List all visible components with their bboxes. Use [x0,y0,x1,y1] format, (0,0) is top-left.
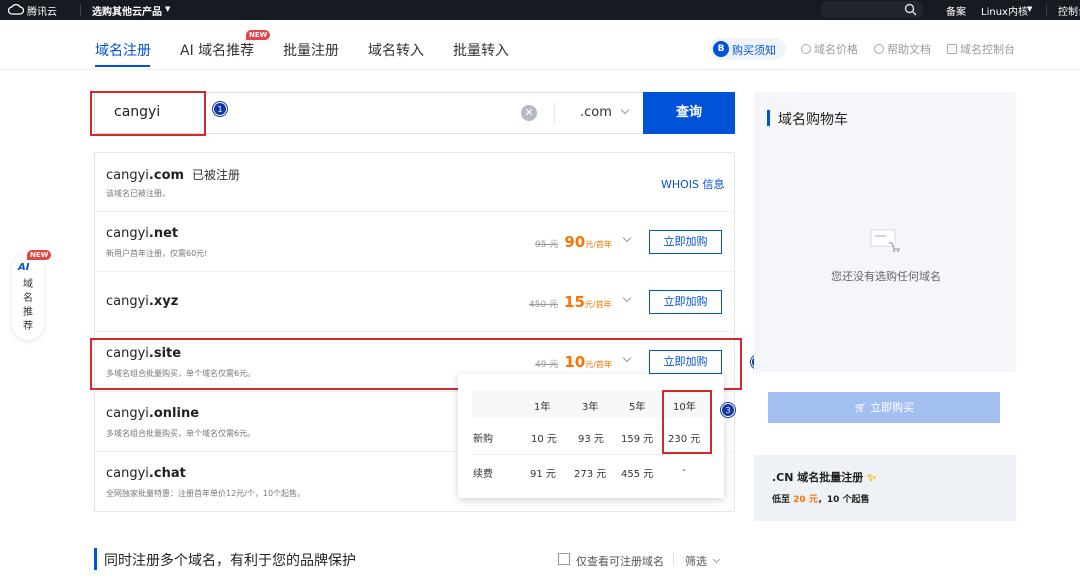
status-label: 已被注册 [192,168,241,182]
price-cell: 273 元 [574,469,607,480]
divider [673,553,674,566]
price-cell: - [682,465,686,476]
region-menu[interactable]: Linux内核 [981,3,1028,18]
help-icon [874,44,884,54]
highlight-10-year [662,390,712,454]
price-cell: 455 元 [621,469,654,480]
products-menu[interactable]: 选购其他云产品 [92,3,162,18]
step-marker-3: 3 [721,403,735,417]
result-note: 全网独家批量特惠：注册首年单价12元/个，10个起售。 [106,489,306,498]
cart-title: 域名购物车 [778,112,848,128]
help-docs-link[interactable]: 帮助文档 [874,41,931,57]
domain-name: cangyi.xyz [106,294,179,309]
row-label: 续费 [473,469,493,480]
domain-price-link[interactable]: 域名价格 [801,41,858,57]
year-header: 3年 [582,402,599,413]
clear-icon[interactable]: ✕ [521,105,537,121]
section-title: 同时注册多个域名，有利于您的品牌保护 [104,553,356,569]
chevron-down-icon[interactable] [622,233,632,243]
beian-link[interactable]: 备案 [946,3,966,18]
buy-now-button[interactable]: 🛒︎ 立即购买 [768,392,1000,423]
available-only-checkbox[interactable] [558,553,570,565]
chevron-down-icon[interactable] [622,293,632,303]
promo-banner[interactable]: .CN 域名批量注册 ✨︎ 低至 20 元，10 个起售 [754,455,1016,521]
filter-menu[interactable]: 筛选 [685,553,720,569]
grid-icon [947,44,957,54]
result-note: 新用户首年注册，仅需60元! [106,249,208,258]
buy-notice-button[interactable]: B 购买须知 [710,38,786,60]
tld-value: .com [580,105,612,120]
year-header: 5年 [629,402,646,413]
price-cell: 10 元 [531,434,557,445]
domain-name: cangyi.net [106,226,179,241]
price-icon [801,44,811,54]
notice-icon: B [713,41,729,57]
price-cell: 159 元 [621,434,654,445]
price: 450 元 15元/首年 [529,293,612,311]
chevron-down-icon [620,105,630,115]
price-cell: 91 元 [530,469,556,480]
float-label: 域名推荐 [23,279,33,332]
domain-name: cangyi.com 已被注册 [106,168,241,183]
chevron-down-icon [712,555,720,564]
promo-title: .CN 域名批量注册 ✨︎ [772,471,877,484]
add-to-cart-button[interactable]: 立即加购 [649,230,722,254]
highlight-search [90,91,206,136]
ai-recommend-float[interactable]: AI 域名推荐 [12,254,44,340]
cart-icon: 🛒︎ [853,403,867,414]
top-bar: 腾讯云 选购其他云产品 ▼ 备案 Linux内核 ▼ 控制台 [0,0,1080,20]
buy-notice-label: 购买须知 [732,44,776,57]
tab-ai-recommend[interactable]: AI 域名推荐 [180,40,254,60]
domain-console-link[interactable]: 域名控制台 [947,41,1015,57]
row-label: 新购 [473,434,493,445]
tab-batch-transfer[interactable]: 批量转入 [453,40,509,60]
new-badge: NEW [246,30,271,40]
whois-link[interactable]: WHOIS 信息 [661,176,725,192]
divider [472,454,710,455]
price: 95 元 90元/首年 [535,233,612,251]
tab-domain-transfer[interactable]: 域名转入 [368,40,424,60]
new-badge: NEW [27,250,52,260]
empty-cart-text: 您还没有选购任何域名 [831,270,941,283]
divider [1046,4,1047,16]
main-nav: 域名注册 AI 域名推荐 NEW 批量注册 域名转入 批量转入 域名价格 帮助文… [0,20,1080,70]
empty-cart-icon [870,229,900,253]
domain-name: cangyi.chat [106,466,186,481]
buy-now-label: 立即购买 [870,401,915,414]
chevron-down-icon: ▼ [165,5,171,13]
section-title-bar [94,548,97,570]
promo-text: 低至 20 元，10 个起售 [772,495,870,505]
year-header: 1年 [534,402,551,413]
ai-icon: AI [18,262,30,273]
checkbox-label: 仅查看可注册域名 [576,555,664,568]
result-row: cangyi.xyz 450 元 15元/首年 立即加购 [94,272,735,332]
tab-batch-register[interactable]: 批量注册 [283,40,339,60]
search-button[interactable]: 查询 [643,92,735,134]
active-tab-indicator [95,65,150,67]
domain-name: cangyi.online [106,406,200,421]
sparkle-icon: ✨︎ [867,471,877,484]
step-marker-1: 1 [213,102,227,116]
add-to-cart-button[interactable]: 立即加购 [649,290,722,314]
price-cell: 93 元 [578,434,604,445]
brand-name[interactable]: 腾讯云 [27,3,57,18]
tab-domain-register[interactable]: 域名注册 [95,40,151,60]
console-link[interactable]: 控制台 [1058,3,1080,18]
divider [80,4,81,16]
cart-title-bar [767,110,770,126]
divider [554,103,555,123]
result-note: 多域名组合批量购买，单个域名仅需6元。 [106,429,256,438]
chevron-down-icon: ▼ [1027,5,1033,13]
tld-select[interactable]: .com [580,105,630,120]
result-note: 该域名已被注册。 [106,189,170,198]
result-row: cangyi.net 新用户首年注册，仅需60元! 95 元 90元/首年 立即加… [94,212,735,272]
cloud-logo-icon[interactable] [7,3,25,15]
result-row: cangyi.com 已被注册 该域名已被注册。 WHOIS 信息 [94,152,735,212]
search-icon[interactable] [904,3,917,19]
